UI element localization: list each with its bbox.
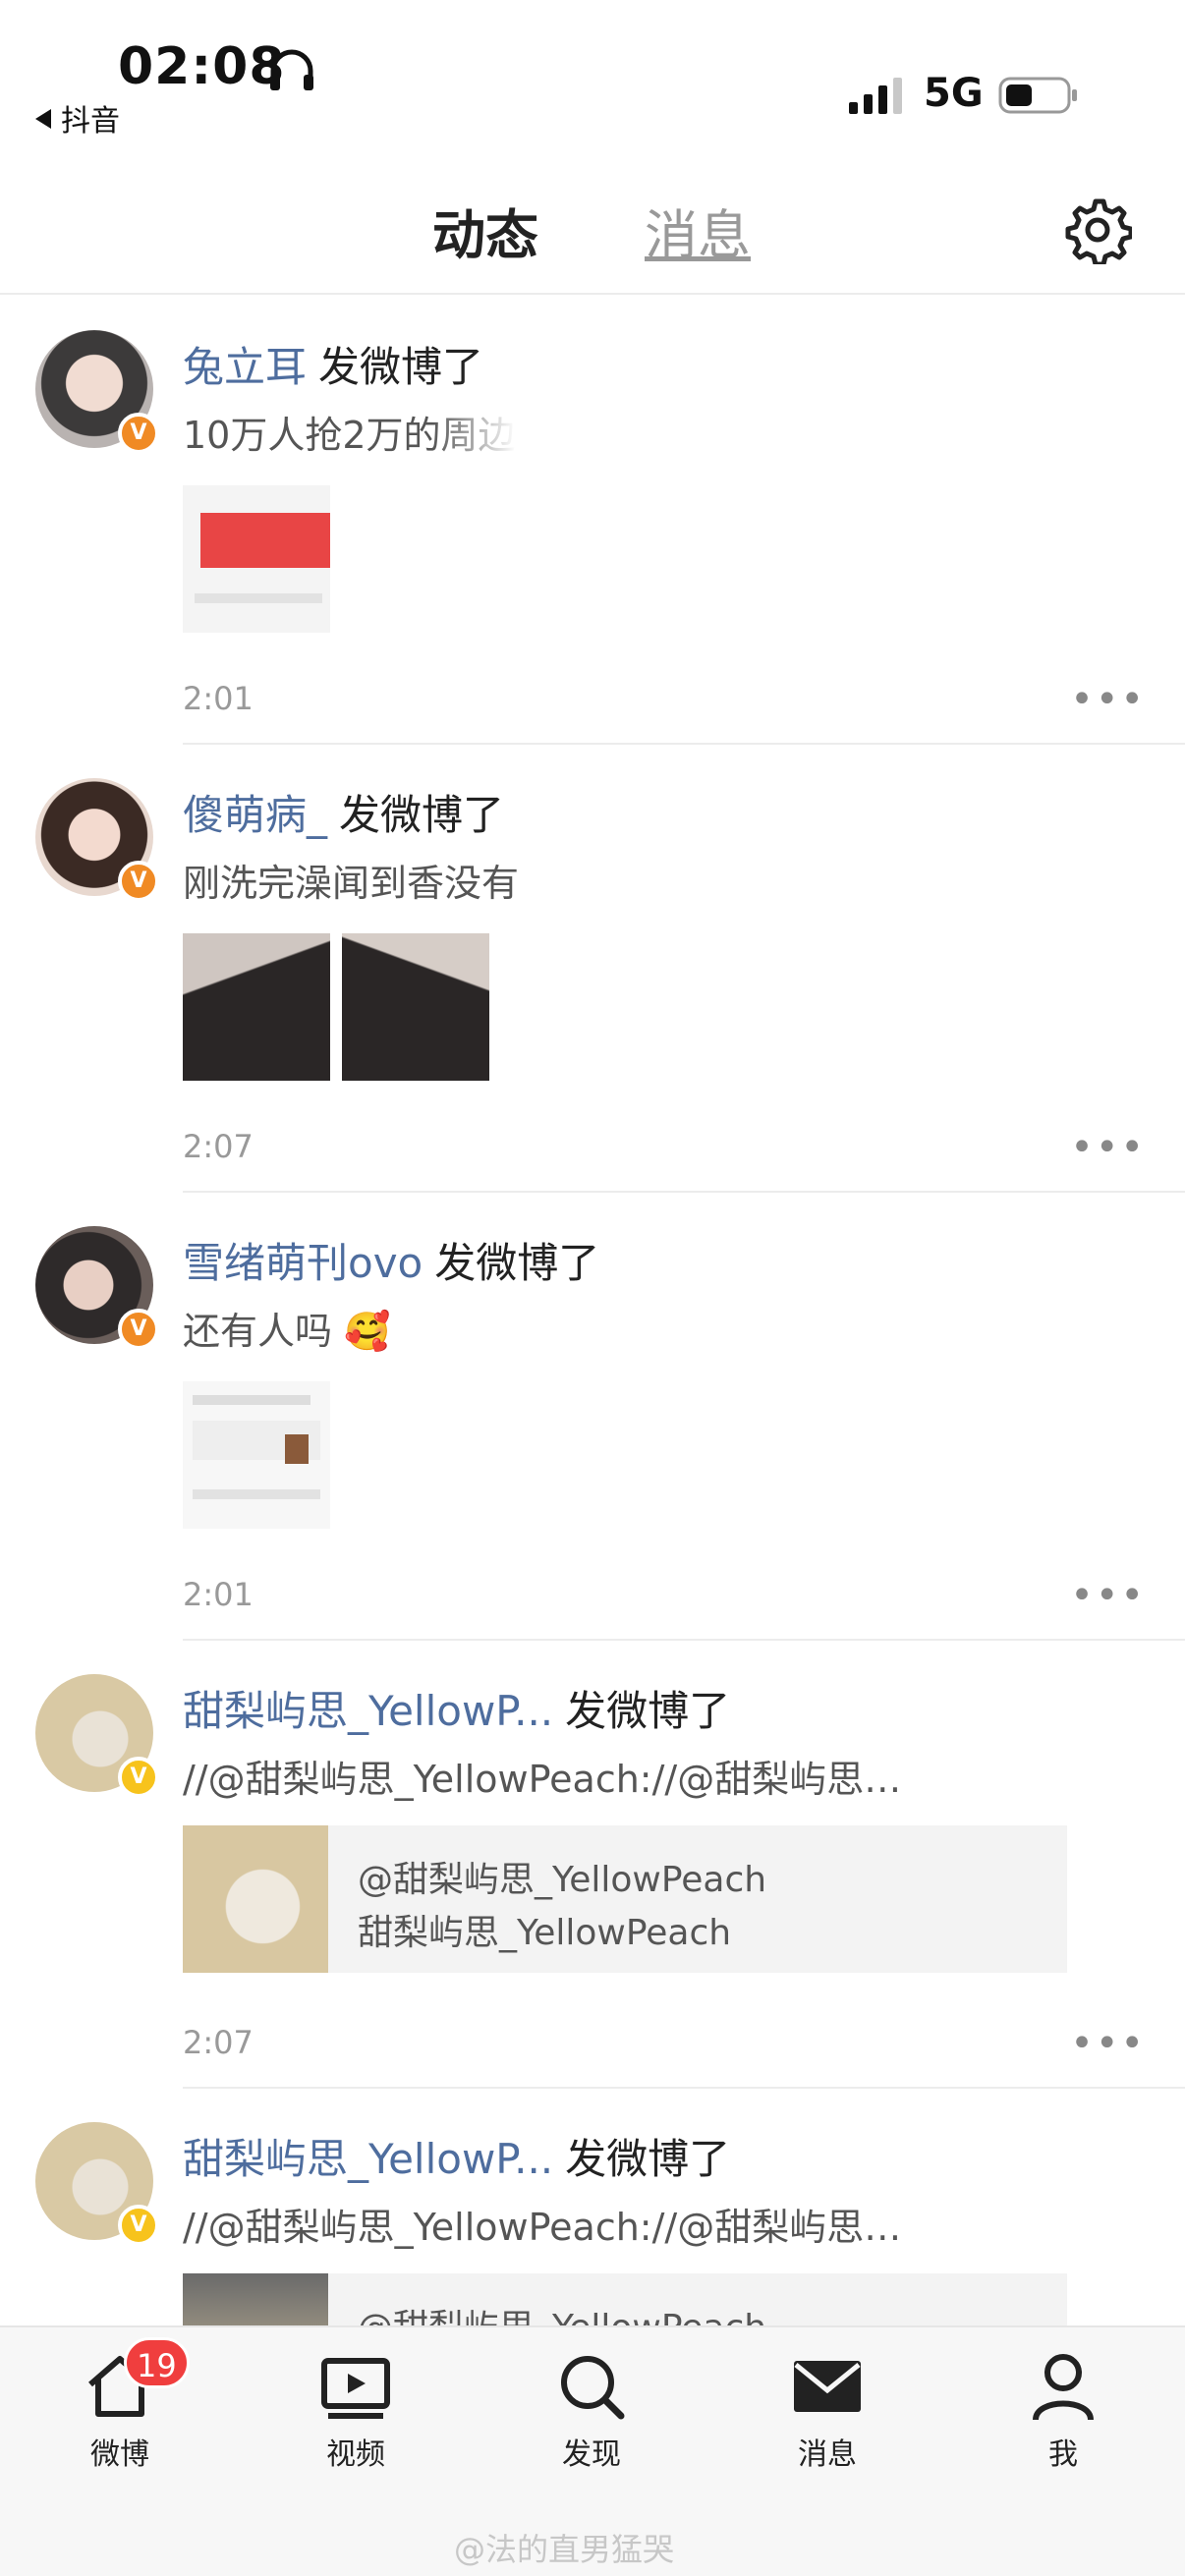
post-image[interactable] [342,933,489,1081]
verified-badge-icon: V [118,2205,159,2246]
more-options-icon[interactable]: ••• [1070,2024,1146,2063]
feed-item[interactable]: V 甜梨屿思_YellowP... 发微博了 //@甜梨屿思_YellowPeac… [0,1641,1185,2089]
feed-list: V 兔立耳 发微博了 10万人抢2万的周边 2:01 ••• V 傻萌病_ 发微博了… [0,297,1185,2325]
post-time: 2:01 [183,1576,254,1613]
post-time: 2:07 [183,2024,254,2061]
profile-icon [1033,2354,1094,2421]
post-action: 发微博了 [318,343,484,391]
avatar[interactable]: V [35,330,159,454]
repost-card[interactable]: @甜梨屿思_YellowPeach 甜梨屿思_YellowPeach [183,1825,1067,1973]
post-time: 2:07 [183,1128,254,1165]
post-text: 还有人吗 🥰 [183,1310,391,1353]
verified-badge-icon: V [118,1309,159,1350]
nav-weibo-label: 微博 [90,2437,149,2472]
battery-icon [998,77,1077,114]
tab-dynamic-label: 动态 [432,204,538,266]
verified-badge-icon: V [118,1757,159,1798]
envelope-icon [794,2361,861,2412]
verified-badge-icon: V [118,861,159,902]
nav-me[interactable]: 我 [985,2349,1142,2473]
nav-discover-label: 发现 [562,2437,621,2472]
username[interactable]: 雪绪萌刊ovo [183,1239,423,1287]
status-bar: 02:08 抖音 5G [0,0,1185,147]
repost-author: @甜梨屿思_YellowPeach [358,2299,766,2325]
back-app-label: 抖音 [61,104,120,139]
post-text: //@甜梨屿思_YellowPeach://@甜梨屿思… [183,1758,902,1801]
search-icon [561,2356,625,2420]
tab-messages[interactable]: 消息 [645,192,751,269]
post-action: 发微博了 [339,791,505,839]
avatar[interactable]: V [35,1674,159,1798]
post-text: //@甜梨屿思_YellowPeach://@甜梨屿思… [183,2206,902,2249]
feed-item[interactable]: V 雪绪萌刊ovo 发微博了 还有人吗 🥰 2:01 ••• [0,1193,1185,1641]
username[interactable]: 傻萌病_ [183,791,327,839]
repost-author: @甜梨屿思_YellowPeach [358,1860,767,1900]
feed-item[interactable]: V 甜梨屿思_YellowP... 发微博了 //@甜梨屿思_YellowPeac… [0,2089,1185,2325]
more-options-icon[interactable]: ••• [1070,1576,1146,1615]
more-options-icon[interactable]: ••• [1070,680,1146,719]
nav-weibo[interactable]: 19 微博 [41,2337,198,2473]
feed-item[interactable]: V 傻萌病_ 发微博了 刚洗完澡闻到香没有 2:07 ••• [0,745,1185,1193]
top-tab-bar: 动态 消息 [0,182,1185,295]
back-to-app-button[interactable]: 抖音 [35,96,120,140]
post-text: 10万人抢2万的周边 [183,414,516,457]
post-action: 发微博了 [434,1239,600,1287]
nav-messages-label: 消息 [798,2437,857,2472]
repost-title: 甜梨屿思_YellowPeach [358,1913,732,1953]
avatar[interactable]: V [35,2122,159,2246]
nav-video-label: 视频 [326,2437,385,2472]
repost-thumbnail [183,1825,328,1973]
post-image[interactable] [183,1381,330,1529]
verified-badge-icon: V [118,413,159,454]
status-time: 02:08 [118,37,286,96]
avatar[interactable]: V [35,778,159,902]
username[interactable]: 兔立耳 [183,343,307,391]
nav-video[interactable]: 视频 [277,2349,434,2473]
post-image[interactable] [183,933,330,1081]
repost-thumbnail [183,2273,328,2325]
back-triangle-icon [35,109,51,129]
watermark: @法的直男猛哭 [454,2531,675,2568]
repost-card[interactable]: @甜梨屿思_YellowPeach [183,2273,1067,2325]
post-image[interactable] [183,485,330,633]
network-type: 5G [924,71,984,116]
nav-discover[interactable]: 发现 [513,2349,670,2473]
cellular-signal-icon [849,78,902,114]
post-time: 2:01 [183,680,254,717]
post-text: 刚洗完澡闻到香没有 [183,862,520,905]
video-icon [321,2358,390,2419]
tab-dynamic[interactable]: 动态 [432,192,538,273]
nav-messages[interactable]: 消息 [749,2349,906,2473]
notification-count-badge: 19 [124,2337,190,2388]
settings-gear-icon[interactable] [1063,196,1132,264]
feed-item[interactable]: V 兔立耳 发微博了 10万人抢2万的周边 2:01 ••• [0,297,1185,745]
avatar[interactable]: V [35,1226,159,1350]
nav-me-label: 我 [1048,2437,1078,2472]
headphones-icon [270,49,313,90]
more-options-icon[interactable]: ••• [1070,1128,1146,1167]
post-action: 发微博了 [565,1687,731,1735]
username[interactable]: 甜梨屿思_YellowP... [183,1687,553,1735]
username[interactable]: 甜梨屿思_YellowP... [183,2135,553,2183]
post-action: 发微博了 [565,2135,731,2183]
